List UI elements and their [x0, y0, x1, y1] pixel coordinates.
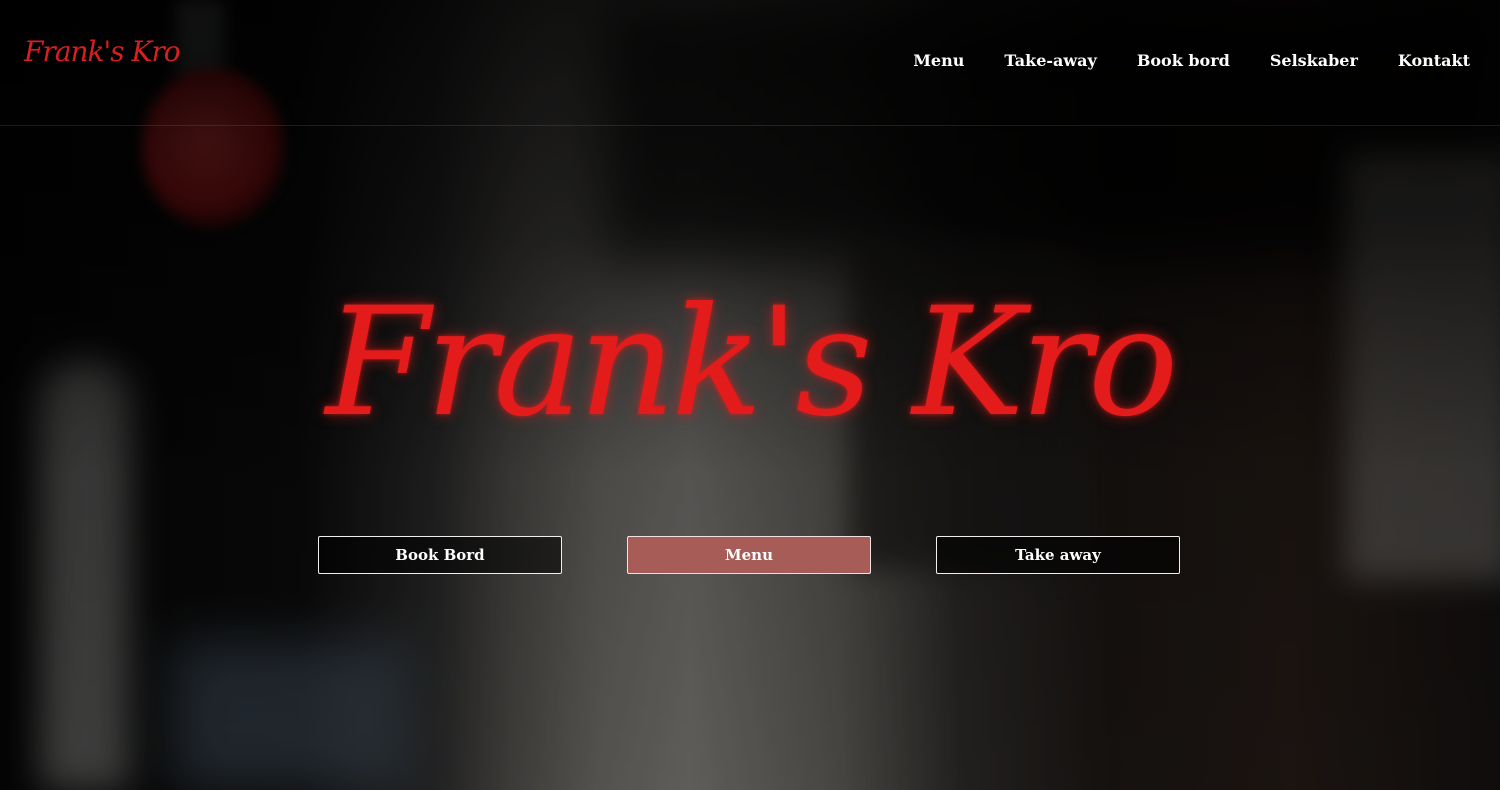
site-header: Frank's Kro Menu Take-away Book bord Sel…: [0, 0, 1500, 126]
nav-item-book-bord[interactable]: Book bord: [1137, 50, 1230, 72]
menu-button[interactable]: Menu: [627, 536, 871, 574]
site-logo[interactable]: Frank's Kro: [24, 38, 181, 66]
nav-item-take-away[interactable]: Take-away: [1004, 50, 1096, 72]
nav-item-menu[interactable]: Menu: [913, 50, 964, 72]
take-away-button[interactable]: Take away: [936, 536, 1180, 574]
main-nav: Menu Take-away Book bord Selskaber Konta…: [913, 50, 1470, 72]
nav-item-kontakt[interactable]: Kontakt: [1398, 50, 1470, 72]
nav-item-selskaber[interactable]: Selskaber: [1270, 50, 1358, 72]
book-bord-button[interactable]: Book Bord: [318, 536, 562, 574]
hero-title: Frank's Kro: [325, 276, 1179, 450]
